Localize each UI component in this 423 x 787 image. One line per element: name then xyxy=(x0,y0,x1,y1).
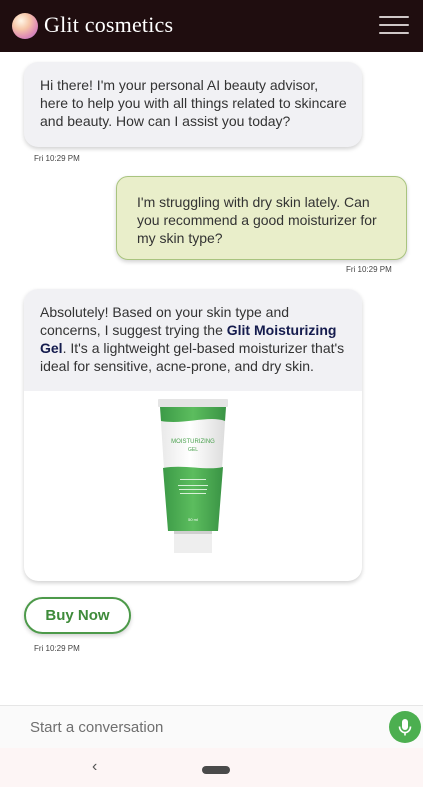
message-text: Hi there! I'm your personal AI beauty ad… xyxy=(40,77,347,129)
message-text: I'm struggling with dry skin lately. Can… xyxy=(137,194,377,246)
app-header: Glit cosmetics xyxy=(0,0,423,52)
bot-product-message-card: Absolutely! Based on your skin type and … xyxy=(24,289,362,581)
microphone-button[interactable] xyxy=(389,711,421,743)
product-label-subtitle: GEL xyxy=(188,447,198,453)
message-input-bar xyxy=(0,705,423,749)
hamburger-menu-icon[interactable] xyxy=(379,16,409,36)
app-title: Glit cosmetics xyxy=(44,12,174,37)
sphere-logo-icon xyxy=(12,13,38,39)
product-image[interactable]: MOISTURIZING GEL 50 ml xyxy=(24,391,362,581)
back-chevron-icon[interactable]: ‹ xyxy=(92,758,97,776)
message-text-suffix: . It's a lightweight gel-based moisturiz… xyxy=(40,340,345,374)
message-text-area: Absolutely! Based on your skin type and … xyxy=(24,289,362,391)
product-label-volume: 50 ml xyxy=(188,517,198,522)
bot-message-bubble: Hi there! I'm your personal AI beauty ad… xyxy=(24,62,362,147)
message-timestamp: Fri 10:29 PM xyxy=(346,265,392,274)
home-pill-icon[interactable] xyxy=(202,766,230,774)
conversation-input[interactable] xyxy=(8,706,383,749)
message-timestamp: Fri 10:29 PM xyxy=(34,154,80,163)
product-label-title: MOISTURIZING xyxy=(171,439,215,445)
buy-now-button[interactable]: Buy Now xyxy=(24,597,131,634)
microphone-icon xyxy=(398,719,412,736)
user-message-bubble: I'm struggling with dry skin lately. Can… xyxy=(116,176,407,260)
message-timestamp: Fri 10:29 PM xyxy=(34,644,80,653)
